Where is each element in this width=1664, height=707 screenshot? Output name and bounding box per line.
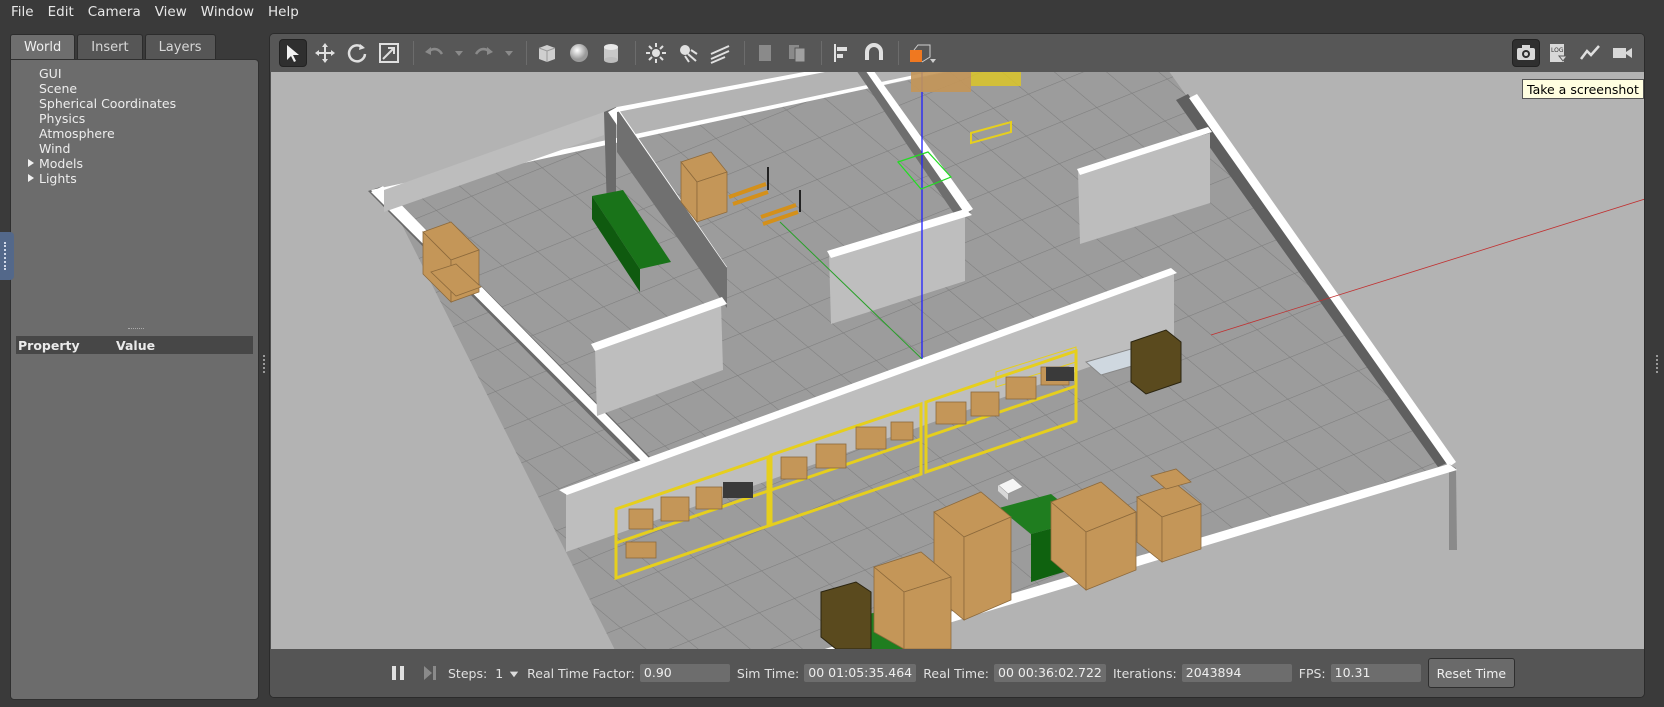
menu-camera[interactable]: Camera (81, 4, 148, 20)
left-tabs: World Insert Layers (10, 34, 218, 60)
rtf-label: Real Time Factor: (527, 665, 635, 681)
plot-icon[interactable] (1576, 39, 1604, 67)
tree-item-spherical-coordinates[interactable]: Spherical Coordinates (11, 96, 258, 111)
toolbar-right: LOG (1512, 39, 1640, 67)
screenshot-tooltip: Take a screenshot (1522, 79, 1644, 99)
undo-dropdown-icon[interactable] (452, 39, 466, 67)
directional-light-icon[interactable] (706, 39, 734, 67)
menu-window[interactable]: Window (194, 4, 261, 20)
tree-item-scene[interactable]: Scene (11, 81, 258, 96)
menu-edit[interactable]: Edit (41, 4, 81, 20)
tree-item-wind[interactable]: Wind (11, 141, 258, 156)
tree-item-models[interactable]: Models (11, 156, 258, 171)
menu-file[interactable]: File (4, 4, 41, 20)
tab-layers[interactable]: Layers (144, 34, 216, 60)
tree-item-physics[interactable]: Physics (11, 111, 258, 126)
warehouse-scene (271, 34, 1644, 697)
redo-icon[interactable] (470, 39, 498, 67)
tree-item-gui[interactable]: GUI (11, 66, 258, 81)
toolbar-separator (898, 41, 899, 65)
copy-icon[interactable] (751, 39, 779, 67)
undo-icon[interactable] (420, 39, 448, 67)
fps-value: 10.31 (1330, 664, 1421, 682)
reset-time-button[interactable]: Reset Time (1427, 658, 1516, 688)
toolbar-separator (821, 41, 822, 65)
box-shape-icon[interactable] (533, 39, 561, 67)
tree-item-atmosphere[interactable]: Atmosphere (11, 126, 258, 141)
svg-text:LOG: LOG (1551, 47, 1564, 54)
property-column-header: Property (18, 337, 80, 353)
sim-time-value: 00 01:05:35.464 (804, 664, 917, 682)
steps-label: Steps: (448, 665, 488, 681)
toolbar-separator (744, 41, 745, 65)
tab-world[interactable]: World (10, 34, 76, 60)
world-tree: GUI Scene Spherical Coordinates Physics … (11, 66, 258, 186)
toolbar-separator (635, 41, 636, 65)
steps-dropdown-icon[interactable] (507, 666, 521, 680)
scale-icon[interactable] (375, 39, 403, 67)
world-panel: GUI Scene Spherical Coordinates Physics … (10, 59, 259, 700)
rtf-value: 0.90 (639, 664, 730, 682)
menu-help[interactable]: Help (261, 4, 306, 20)
sim-time-label: Sim Time: (736, 665, 800, 681)
property-header: Property Value (16, 336, 253, 354)
tree-item-lights[interactable]: Lights (11, 171, 258, 186)
panel-splitter[interactable] (128, 328, 144, 330)
side-panel-handle[interactable] (0, 232, 14, 280)
toolbar-separator (526, 41, 527, 65)
view-angle-icon[interactable] (905, 39, 941, 67)
3d-viewport[interactable] (271, 34, 1644, 697)
sphere-shape-icon[interactable] (565, 39, 593, 67)
translate-icon[interactable] (311, 39, 339, 67)
screenshot-icon[interactable] (1512, 39, 1540, 67)
rotate-icon[interactable] (343, 39, 371, 67)
left-splitter-handle[interactable] (263, 355, 265, 373)
paste-icon[interactable] (783, 39, 811, 67)
right-splitter-handle[interactable] (1656, 355, 1658, 373)
menu-view[interactable]: View (148, 4, 194, 20)
video-record-icon[interactable] (1608, 39, 1636, 67)
select-arrow-icon[interactable] (279, 39, 307, 67)
toolbar: LOG (270, 34, 1644, 72)
iterations-value: 2043894 (1181, 664, 1292, 682)
align-icon[interactable] (828, 39, 856, 67)
iterations-label: Iterations: (1113, 665, 1177, 681)
fps-label: FPS: (1298, 665, 1326, 681)
pause-icon[interactable] (384, 659, 412, 687)
step-icon[interactable] (416, 659, 444, 687)
cylinder-shape-icon[interactable] (597, 39, 625, 67)
menu-bar: File Edit Camera View Window Help (0, 0, 1664, 24)
log-icon[interactable]: LOG (1544, 39, 1572, 67)
real-time-label: Real Time: (923, 665, 989, 681)
status-bar: Steps: 1 Real Time Factor: 0.90 Sim Time… (270, 649, 1644, 697)
render-window: LOG Steps: 1 Real Time Factor: 0.90 Sim … (269, 33, 1645, 698)
steps-value[interactable]: 1 (495, 666, 503, 681)
snap-icon[interactable] (860, 39, 888, 67)
tab-insert[interactable]: Insert (77, 34, 143, 60)
redo-dropdown-icon[interactable] (502, 39, 516, 67)
toolbar-separator (413, 41, 414, 65)
point-light-icon[interactable] (642, 39, 670, 67)
spot-light-icon[interactable] (674, 39, 702, 67)
value-column-header: Value (116, 337, 156, 353)
real-time-value: 00 00:36:02.722 (994, 664, 1106, 682)
